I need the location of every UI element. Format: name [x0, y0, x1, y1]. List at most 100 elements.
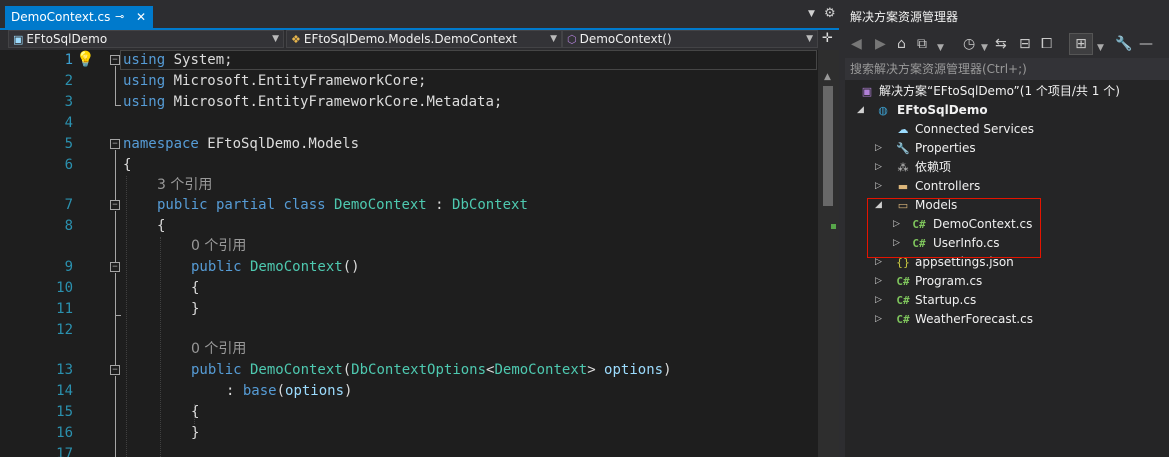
home-icon[interactable]: ⌂ — [897, 34, 906, 54]
forward-icon[interactable]: ▶ — [875, 34, 886, 54]
code-text: ( — [342, 362, 352, 378]
tree-item-controllers[interactable]: ▷ ▬ Controllers — [845, 177, 1169, 196]
member-dropdown[interactable]: ⬡ DemoContext() ▼ — [562, 30, 818, 48]
indent-guide — [126, 176, 127, 457]
tree-item-label: WeatherForecast.cs — [915, 312, 1033, 326]
switch-views-icon[interactable]: ⧉ — [917, 34, 927, 54]
scrollbar-thumb[interactable] — [823, 86, 833, 206]
line-number: 14 — [56, 383, 73, 399]
line-number: 11 — [56, 301, 73, 317]
collapse-icon[interactable]: − — [110, 139, 120, 149]
lightbulb-icon[interactable]: 💡 — [76, 50, 95, 68]
tree-item-label: Program.cs — [915, 274, 983, 288]
keyword: namespace — [123, 136, 199, 152]
chevron-down-icon[interactable]: ▼ — [937, 38, 944, 58]
chevron-down-icon[interactable]: ▼ — [1097, 38, 1104, 58]
collapsed-arrow-icon[interactable]: ▷ — [875, 139, 885, 158]
tree-item-label: Startup.cs — [915, 293, 977, 307]
tree-item-label: 依赖项 — [915, 160, 952, 174]
collapse-all-icon[interactable]: ⊟ — [1019, 34, 1031, 54]
code-line-2: using Microsoft.EntityFrameworkCore; — [123, 71, 426, 92]
pin-icon[interactable]: ⊸ — [115, 6, 124, 28]
history-icon[interactable]: ◷ — [963, 34, 975, 54]
web-project-icon: ◍ — [878, 104, 888, 117]
line-number: 10 — [56, 280, 73, 296]
tree-item-solution[interactable]: ▣ 解决方案“EFtoSqlDemo”(1 个项目/共 1 个) — [845, 82, 1169, 101]
tree-item-project[interactable]: ◢ ◍ EFtoSqlDemo — [845, 101, 1169, 120]
code-text: EFtoSqlDemo.Models — [198, 136, 360, 152]
scroll-up-icon[interactable]: ▲ — [824, 72, 831, 82]
outline-line — [115, 66, 116, 106]
tree-item-program[interactable]: ▷ C# Program.cs — [845, 272, 1169, 291]
code-text: : — [426, 197, 444, 213]
chevron-down-icon: ▼ — [550, 34, 557, 44]
collapse-icon[interactable]: − — [110, 262, 120, 272]
tab-overflow-icon[interactable]: ▼ — [808, 9, 815, 19]
type-dropdown[interactable]: ❖ EFtoSqlDemo.Models.DemoContext ▼ — [286, 30, 562, 48]
collapsed-arrow-icon[interactable]: ▷ — [875, 272, 885, 291]
sync-with-active-document-button[interactable]: ⊞ — [1069, 33, 1093, 55]
code-text-area[interactable]: 1 2 3 4 5 6 7 8 9 10 11 12 13 14 15 16 1… — [0, 50, 818, 457]
show-all-files-icon[interactable]: ⧠ — [1041, 34, 1052, 54]
collapsed-arrow-icon[interactable]: ▷ — [875, 158, 885, 177]
navigation-bar: ▣ EFtoSqlDemo ▼ ❖ EFtoSqlDemo.Models.DemoC… — [0, 30, 839, 50]
chevron-down-icon[interactable]: ▼ — [981, 38, 988, 58]
tree-item-connected-services[interactable]: ☁ Connected Services — [845, 120, 1169, 139]
sync-icon[interactable]: ⇆ — [995, 34, 1007, 54]
codelens-references[interactable]: 0 个引用 — [191, 339, 246, 360]
outline-line — [115, 315, 116, 365]
tree-item-label: Connected Services — [915, 122, 1035, 136]
dependencies-icon: ⁂ — [897, 161, 909, 174]
code-line-6: { — [123, 157, 132, 173]
type-name: DbContextOptions — [351, 362, 487, 378]
preview-icon[interactable]: — — [1139, 34, 1153, 54]
project-dropdown-value: EFtoSqlDemo — [26, 32, 108, 46]
gear-icon[interactable]: ⚙ — [824, 6, 836, 21]
tree-item-properties[interactable]: ▷ 🔧 Properties — [845, 139, 1169, 158]
keyword: using — [123, 73, 166, 89]
keyword: public — [191, 362, 242, 378]
tab-label: DemoContext.cs — [11, 10, 111, 24]
collapsed-arrow-icon[interactable]: ▷ — [875, 291, 885, 310]
tab-democontext[interactable]: DemoContext.cs ⊸ ✕ — [5, 6, 153, 28]
collapse-icon[interactable]: − — [110, 200, 120, 210]
codelens-references[interactable]: 3 个引用 — [157, 175, 212, 196]
project-dropdown[interactable]: ▣ EFtoSqlDemo ▼ — [8, 30, 284, 48]
class-icon: ❖ — [291, 33, 301, 46]
type-name: DemoContext — [494, 362, 588, 378]
collapsed-arrow-icon[interactable]: ▷ — [875, 310, 885, 329]
code-line-16: } — [191, 425, 200, 441]
collapse-icon[interactable]: − — [110, 55, 120, 65]
code-text: Microsoft.EntityFrameworkCore; — [165, 73, 427, 89]
code-line-14: : base(options) — [226, 381, 352, 402]
document-tab-strip: DemoContext.cs ⊸ ✕ ▼ ⚙ — [0, 0, 839, 30]
collapse-icon[interactable]: − — [110, 365, 120, 375]
close-tab-icon[interactable]: ✕ — [136, 6, 146, 28]
csharp-file-icon: C# — [896, 275, 910, 288]
split-window-icon[interactable]: ✛ — [822, 31, 833, 46]
change-marker — [831, 224, 836, 229]
connected-services-icon: ☁ — [897, 123, 909, 136]
keyword: partial — [207, 197, 276, 213]
codelens-references[interactable]: 0 个引用 — [191, 236, 246, 257]
tree-item-startup[interactable]: ▷ C# Startup.cs — [845, 291, 1169, 310]
expanded-arrow-icon[interactable]: ◢ — [857, 101, 867, 120]
collapsed-arrow-icon[interactable]: ▷ — [875, 177, 885, 196]
outline-line — [115, 211, 116, 262]
solution-explorer-toolbar: ◀ ▶ ⌂ ⧉ ▼ ◷ ▼ ⇆ ⊟ ⧠ ⊞ ▼ 🔧 — — [845, 30, 1169, 58]
solution-search-input[interactable]: 搜索解决方案资源管理器(Ctrl+;) — [845, 58, 1169, 80]
keyword: public — [157, 197, 208, 213]
type-name: DemoContext — [241, 362, 343, 378]
properties-icon[interactable]: 🔧 — [1115, 34, 1132, 54]
solution-icon: ▣ — [861, 85, 873, 98]
vertical-scrollbar[interactable]: ▲ — [818, 50, 839, 457]
csharp-file-icon: C# — [896, 313, 910, 326]
parameter-name: options — [595, 362, 664, 378]
line-number: 5 — [64, 136, 73, 152]
outline-line — [115, 376, 116, 457]
line-number: 13 — [56, 362, 73, 378]
tree-item-dependencies[interactable]: ▷ ⁂ 依赖项 — [845, 158, 1169, 177]
line-number: 17 — [56, 446, 73, 457]
back-icon[interactable]: ◀ — [851, 34, 862, 54]
tree-item-weatherforecast[interactable]: ▷ C# WeatherForecast.cs — [845, 310, 1169, 329]
